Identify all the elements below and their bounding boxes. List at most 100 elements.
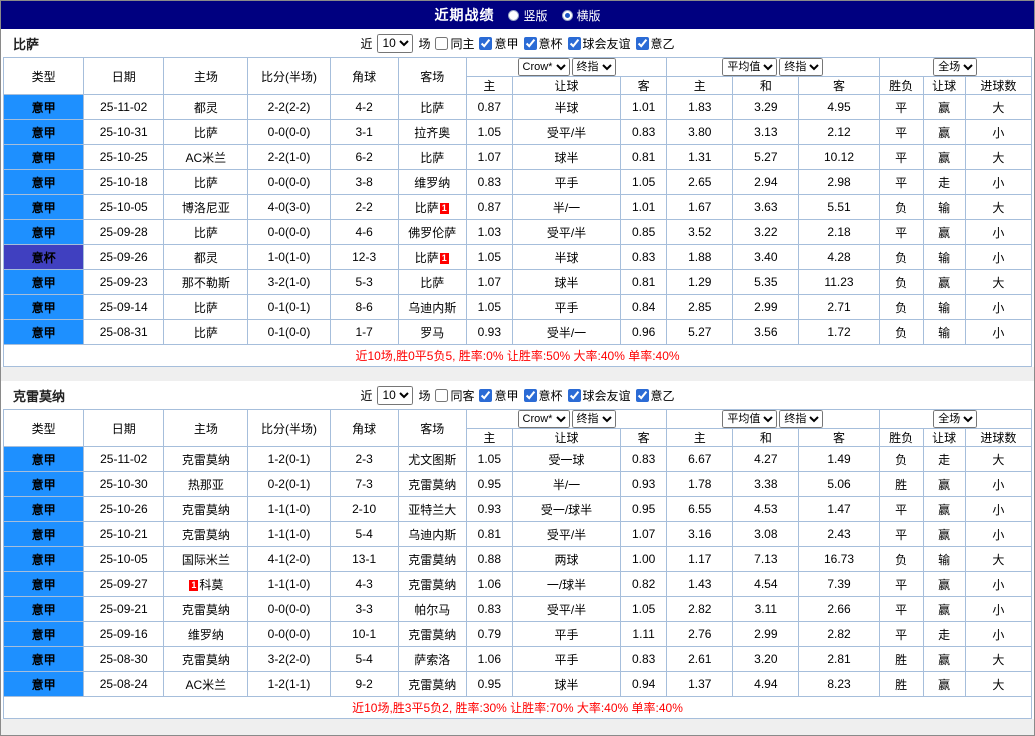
handicap-cell: 球半 <box>511 144 622 170</box>
subcolumn-header-handicap-result: 让球 <box>922 428 966 447</box>
checkbox-icon[interactable] <box>479 388 493 402</box>
handicap-cell: 受平/半 <box>511 596 622 622</box>
filter-option[interactable]: 意甲 <box>479 387 519 404</box>
checkbox-icon[interactable] <box>635 36 649 50</box>
filter-option-label: 意杯 <box>538 388 563 403</box>
checkbox-icon[interactable] <box>523 36 537 50</box>
result-cell: 平 <box>878 621 924 647</box>
scope-select[interactable]: 全场 <box>933 58 978 76</box>
filter-option[interactable]: 意乙 <box>635 387 675 404</box>
average-select[interactable]: 平均值 <box>722 58 778 76</box>
team-name: 比萨 <box>13 36 40 52</box>
avg-draw-cell: 2.99 <box>732 621 800 647</box>
checkbox-icon[interactable] <box>479 36 493 50</box>
match-count-select[interactable]: 10 <box>377 385 414 405</box>
handicap-result-cell: 赢 <box>922 119 966 145</box>
corners-cell: 2-10 <box>329 496 399 522</box>
filter-option[interactable]: 意杯 <box>523 35 563 52</box>
scope-group: 全场 <box>878 409 1033 429</box>
score-cell: 0-0(0-0) <box>247 621 331 647</box>
home-odds-cell: 0.79 <box>465 621 513 647</box>
subcolumn-header-avg-draw: 和 <box>732 76 800 95</box>
radio-unselected-icon[interactable] <box>508 9 520 21</box>
filter-bar: 比萨 近 10 场 同主 意甲 意杯 球会友谊 意乙 <box>1 29 1034 57</box>
bookmaker-select[interactable]: Crow* <box>517 410 570 428</box>
handicap-cell: 受平/半 <box>511 219 622 245</box>
home-team-cell: 维罗纳 <box>163 621 249 647</box>
league-cell: 意甲 <box>2 546 85 572</box>
result-cell: 平 <box>878 94 924 120</box>
matches-label: 场 <box>418 36 431 51</box>
home-odds-cell: 0.83 <box>465 169 513 195</box>
bookmaker-select[interactable]: Crow* <box>517 58 570 76</box>
avg-home-cell: 1.31 <box>666 144 734 170</box>
checkbox-icon[interactable] <box>523 388 537 402</box>
team-section-1: 比萨近 10 场同主 意甲 意杯 球会友谊 意乙 类型 日期 主场 比分(半场) 角球 客场 Crow* 终… <box>1 29 1034 367</box>
score-cell: 3-2(1-0) <box>247 269 331 295</box>
league-cell: 意甲 <box>2 446 85 472</box>
away-odds-cell: 0.85 <box>620 219 668 245</box>
red-card-icon: 1 <box>189 579 199 591</box>
radio-selected-icon[interactable] <box>561 9 573 21</box>
avg-stage-select[interactable]: 终指 <box>779 58 824 76</box>
filter-option[interactable]: 球会友谊 <box>567 387 631 404</box>
result-cell: 负 <box>878 294 924 320</box>
subcolumn-header-handicap: 让球 <box>511 428 622 447</box>
filter-option[interactable]: 球会友谊 <box>567 35 631 52</box>
average-select[interactable]: 平均值 <box>722 410 778 428</box>
handicap-result-cell: 赢 <box>922 269 966 295</box>
result-cell: 胜 <box>878 646 924 672</box>
avg-home-cell: 6.67 <box>666 446 734 472</box>
checkbox-icon[interactable] <box>567 388 581 402</box>
checkbox-icon[interactable] <box>435 36 449 50</box>
odds-stage-select[interactable]: 终指 <box>571 410 616 428</box>
home-odds-cell: 0.93 <box>465 496 513 522</box>
match-row: 意甲 25-09-16 维罗纳 0-0(0-0) 10-1 克雷莫纳 0.79 平手 1.11 2… <box>2 621 1033 647</box>
away-odds-cell: 0.83 <box>620 646 668 672</box>
avg-away-cell: 10.12 <box>798 144 880 170</box>
away-odds-cell: 0.81 <box>620 269 668 295</box>
match-count-select[interactable]: 10 <box>377 33 414 53</box>
match-row: 意甲 25-10-25 AC米兰 2-2(1-0) 6-2 比萨 1.07 球半 0.81 1.3… <box>2 144 1033 170</box>
score-cell: 0-1(0-0) <box>247 319 331 345</box>
handicap-result-cell: 赢 <box>922 671 966 697</box>
match-row: 意甲 25-08-30 克雷莫纳 3-2(2-0) 5-4 萨索洛 1.06 平手 0.83 2.… <box>2 646 1033 672</box>
home-team-cell: 国际米兰 <box>163 546 249 572</box>
match-row: 意甲 25-11-02 都灵 2-2(2-2) 4-2 比萨 0.87 半球 1.01 1.83 3… <box>2 94 1033 120</box>
avg-stage-select[interactable]: 终指 <box>779 410 824 428</box>
checkbox-icon[interactable] <box>635 388 649 402</box>
goals-cell: 大 <box>964 446 1033 472</box>
filter-option[interactable]: 意乙 <box>635 35 675 52</box>
checkbox-icon[interactable] <box>435 388 449 402</box>
home-team-cell: 比萨 <box>163 294 249 320</box>
match-row: 意甲 25-09-14 比萨 0-1(0-1) 8-6 乌迪内斯 1.05 平手 0.84 2.8… <box>2 294 1033 320</box>
filter-option[interactable]: 同主 <box>435 35 474 52</box>
topbar: 近期战绩 竖版 横版 <box>1 1 1034 29</box>
corners-cell: 8-6 <box>329 294 399 320</box>
league-cell: 意甲 <box>2 621 85 647</box>
checkbox-icon[interactable] <box>567 36 581 50</box>
home-odds-cell: 0.93 <box>465 319 513 345</box>
goals-cell: 小 <box>964 571 1033 597</box>
score-cell: 1-2(0-1) <box>247 446 331 472</box>
away-odds-cell: 0.84 <box>620 294 668 320</box>
filter-option[interactable]: 同客 <box>435 387 474 404</box>
match-row: 意甲 25-09-23 那不勒斯 3-2(1-0) 5-3 比萨 1.07 球半 0.81 1.2… <box>2 269 1033 295</box>
filter-controls: 近 10 场 同客 意甲 意杯 球会友谊 意乙 <box>360 385 675 405</box>
match-row: 意甲 25-10-18 比萨 0-0(0-0) 3-8 维罗纳 0.83 平手 1.05 2.65… <box>2 169 1033 195</box>
score-cell: 0-0(0-0) <box>247 596 331 622</box>
radio-horizontal[interactable]: 横版 <box>561 7 601 24</box>
filter-option[interactable]: 意甲 <box>479 35 519 52</box>
odds-stage-select[interactable]: 终指 <box>571 58 616 76</box>
score-cell: 0-1(0-1) <box>247 294 331 320</box>
subcolumn-header-home-odds: 主 <box>465 428 513 447</box>
filter-option[interactable]: 意杯 <box>523 387 563 404</box>
corners-cell: 3-8 <box>329 169 399 195</box>
radio-vertical[interactable]: 竖版 <box>508 7 548 24</box>
away-team-cell: 佛罗伦萨 <box>397 219 467 245</box>
odds-source-group: Crow* 终指 <box>465 409 668 429</box>
avg-draw-cell: 3.38 <box>732 471 800 497</box>
scope-select[interactable]: 全场 <box>933 410 978 428</box>
home-team-cell: AC米兰 <box>163 671 249 697</box>
result-cell: 平 <box>878 596 924 622</box>
